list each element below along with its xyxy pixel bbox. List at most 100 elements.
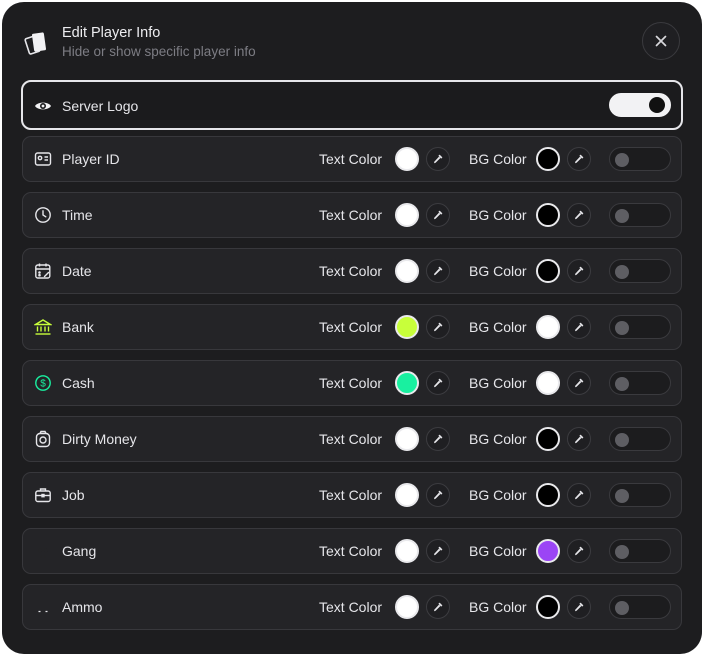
- eyedropper-icon: [432, 377, 444, 389]
- text-color-picker-button[interactable]: [426, 539, 450, 563]
- player-info-list: Server Logo Player ID Text Color BG Color T…: [21, 80, 683, 640]
- text-color-picker-button[interactable]: [426, 315, 450, 339]
- bg-color-picker-button[interactable]: [567, 483, 591, 507]
- visibility-toggle[interactable]: [609, 315, 671, 339]
- eyedropper-icon: [573, 265, 585, 277]
- briefcase-icon: [34, 486, 52, 504]
- visibility-toggle[interactable]: [609, 483, 671, 507]
- bg-color-swatch[interactable]: [536, 315, 560, 339]
- text-color-swatch[interactable]: [395, 483, 419, 507]
- eyedropper-icon: [573, 321, 585, 333]
- bg-color-picker-button[interactable]: [567, 539, 591, 563]
- bg-color-label: BG Color: [469, 207, 527, 223]
- text-color-picker-button[interactable]: [426, 259, 450, 283]
- bg-color-swatch[interactable]: [536, 539, 560, 563]
- eyedropper-icon: [573, 153, 585, 165]
- visibility-toggle[interactable]: [609, 595, 671, 619]
- bg-color-picker-button[interactable]: [567, 259, 591, 283]
- bg-color-picker-button[interactable]: [567, 315, 591, 339]
- calendar-icon: [34, 262, 52, 280]
- bg-color-swatch[interactable]: [536, 259, 560, 283]
- eyedropper-icon: [573, 489, 585, 501]
- row-ammo: Ammo Text Color BG Color: [22, 584, 682, 630]
- text-color-swatch[interactable]: [395, 371, 419, 395]
- eyedropper-icon: [573, 433, 585, 445]
- close-button[interactable]: [642, 22, 680, 60]
- text-color-picker-button[interactable]: [426, 483, 450, 507]
- svg-text:$: $: [40, 379, 46, 390]
- eyedropper-icon: [432, 601, 444, 613]
- server-logo-toggle[interactable]: [609, 93, 671, 117]
- text-color-swatch[interactable]: [395, 203, 419, 227]
- visibility-toggle[interactable]: [609, 371, 671, 395]
- toggle-knob: [615, 601, 629, 615]
- row-label: Gang: [62, 543, 97, 559]
- text-color-swatch[interactable]: [395, 147, 419, 171]
- server-logo-row: Server Logo: [21, 80, 683, 130]
- visibility-toggle[interactable]: [609, 427, 671, 451]
- eyedropper-icon: [573, 209, 585, 221]
- text-color-picker-button[interactable]: [426, 371, 450, 395]
- eyedropper-icon: [432, 153, 444, 165]
- text-color-swatch[interactable]: [395, 259, 419, 283]
- cards-icon: [24, 28, 50, 58]
- skull-icon: [34, 542, 52, 560]
- bg-color-picker-button[interactable]: [567, 147, 591, 171]
- edit-player-info-panel: Edit Player Info Hide or show specific p…: [2, 2, 702, 654]
- row-label: Bank: [62, 319, 94, 335]
- text-color-swatch[interactable]: [395, 427, 419, 451]
- bg-color-label: BG Color: [469, 431, 527, 447]
- bg-color-picker-button[interactable]: [567, 371, 591, 395]
- visibility-toggle[interactable]: [609, 539, 671, 563]
- eyedropper-icon: [432, 433, 444, 445]
- row-label: Dirty Money: [62, 431, 137, 447]
- row-cash: $ Cash Text Color BG Color: [22, 360, 682, 406]
- visibility-toggle[interactable]: [609, 259, 671, 283]
- text-color-label: Text Color: [319, 487, 383, 503]
- text-color-label: Text Color: [319, 263, 383, 279]
- text-color-swatch[interactable]: [395, 539, 419, 563]
- row-label: Cash: [62, 375, 95, 391]
- text-color-picker-button[interactable]: [426, 427, 450, 451]
- text-color-picker-button[interactable]: [426, 595, 450, 619]
- bg-color-swatch[interactable]: [536, 203, 560, 227]
- clock-icon: [34, 206, 52, 224]
- bg-color-swatch[interactable]: [536, 483, 560, 507]
- text-color-swatch[interactable]: [395, 315, 419, 339]
- server-logo-label: Server Logo: [62, 98, 139, 114]
- bg-color-picker-button[interactable]: [567, 203, 591, 227]
- text-color-picker-button[interactable]: [426, 147, 450, 171]
- toggle-knob: [615, 377, 629, 391]
- row-gang: Gang Text Color BG Color: [22, 528, 682, 574]
- text-color-label: Text Color: [319, 319, 383, 335]
- text-color-picker-button[interactable]: [426, 203, 450, 227]
- bg-color-picker-button[interactable]: [567, 427, 591, 451]
- eyedropper-icon: [432, 489, 444, 501]
- row-label: Player ID: [62, 151, 120, 167]
- bg-color-label: BG Color: [469, 375, 527, 391]
- text-color-label: Text Color: [319, 599, 383, 615]
- ammo-icon: [34, 598, 52, 616]
- visibility-toggle[interactable]: [609, 203, 671, 227]
- bg-color-swatch[interactable]: [536, 427, 560, 451]
- text-color-swatch[interactable]: [395, 595, 419, 619]
- toggle-knob: [615, 489, 629, 503]
- row-dirty-money: Dirty Money Text Color BG Color: [22, 416, 682, 462]
- bg-color-swatch[interactable]: [536, 147, 560, 171]
- money-bag-icon: [34, 430, 52, 448]
- bg-color-label: BG Color: [469, 487, 527, 503]
- bg-color-label: BG Color: [469, 319, 527, 335]
- toggle-knob: [615, 545, 629, 559]
- row-label: Time: [62, 207, 93, 223]
- text-color-label: Text Color: [319, 543, 383, 559]
- page-subtitle: Hide or show specific player info: [62, 44, 256, 59]
- visibility-toggle[interactable]: [609, 147, 671, 171]
- text-color-label: Text Color: [319, 207, 383, 223]
- id-card-icon: [34, 150, 52, 168]
- eyedropper-icon: [573, 545, 585, 557]
- toggle-knob: [615, 433, 629, 447]
- bg-color-picker-button[interactable]: [567, 595, 591, 619]
- bg-color-swatch[interactable]: [536, 595, 560, 619]
- bg-color-swatch[interactable]: [536, 371, 560, 395]
- eyedropper-icon: [573, 377, 585, 389]
